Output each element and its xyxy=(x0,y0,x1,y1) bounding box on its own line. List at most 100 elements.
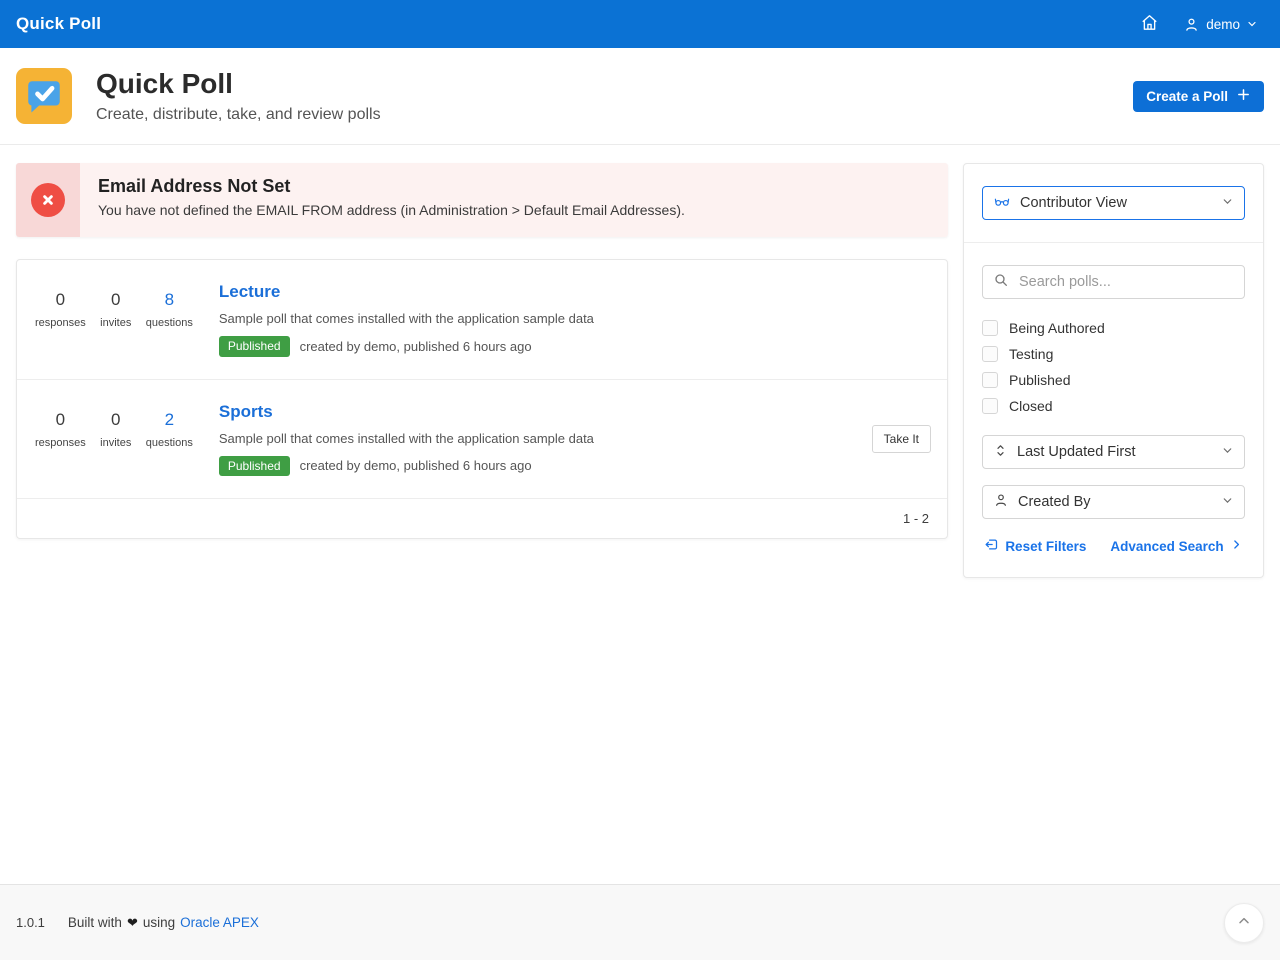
filter-label: Testing xyxy=(1009,346,1053,362)
status-badge: Published xyxy=(219,336,290,356)
responses-count: 0 xyxy=(35,290,86,310)
poll-row-sports: 0 responses 0 invites 2 questions xyxy=(17,380,947,499)
sort-select-value: Last Updated First xyxy=(1017,444,1212,460)
create-poll-label: Create a Poll xyxy=(1146,89,1228,104)
invites-label: invites xyxy=(94,437,138,449)
chevron-down-icon xyxy=(1221,444,1234,461)
filter-closed[interactable]: Closed xyxy=(982,393,1245,419)
filter-label: Being Authored xyxy=(1009,320,1105,336)
sort-select[interactable]: Last Updated First xyxy=(982,435,1245,469)
sort-arrows-icon xyxy=(993,443,1008,462)
take-it-button[interactable]: Take It xyxy=(872,425,931,453)
create-poll-button[interactable]: Create a Poll xyxy=(1133,81,1264,112)
user-menu-button[interactable]: demo xyxy=(1177,15,1264,34)
app-version: 1.0.1 xyxy=(16,915,45,930)
questions-label: questions xyxy=(146,437,193,449)
responses-label: responses xyxy=(35,317,86,329)
questions-count-link[interactable]: 2 xyxy=(146,410,193,430)
poll-action: Take It xyxy=(872,425,931,453)
responses-count: 0 xyxy=(35,410,86,430)
scroll-to-top-button[interactable] xyxy=(1224,903,1264,943)
stat-responses: 0 responses xyxy=(33,410,88,449)
poll-meta-row: Published created by demo, published 6 h… xyxy=(219,456,856,476)
person-icon xyxy=(993,492,1009,512)
status-filter-list: Being Authored Testing Published Closed xyxy=(982,315,1245,419)
page-subtitle: Create, distribute, take, and review pol… xyxy=(96,106,1133,124)
reset-icon xyxy=(984,537,999,555)
footer-credit: Built with ❤ using Oracle APEX xyxy=(68,915,259,931)
poll-meta: created by demo, published 6 hours ago xyxy=(300,339,532,354)
oracle-apex-link[interactable]: Oracle APEX xyxy=(180,915,259,930)
navbar-app-title: Quick Poll xyxy=(16,14,101,34)
view-select-value: Contributor View xyxy=(1020,195,1212,211)
stat-questions: 2 questions xyxy=(144,410,195,449)
chevron-down-icon xyxy=(1221,494,1234,511)
poll-meta: created by demo, published 6 hours ago xyxy=(300,458,532,473)
poll-description: Sample poll that comes installed with th… xyxy=(219,311,931,326)
created-by-value: Created By xyxy=(1018,494,1212,510)
checkbox-unchecked[interactable] xyxy=(982,346,998,362)
plus-icon xyxy=(1236,87,1251,105)
advanced-search-button[interactable]: Advanced Search xyxy=(1110,538,1242,554)
filter-label: Closed xyxy=(1009,398,1053,414)
search-input[interactable] xyxy=(1017,273,1234,291)
filters-section: Being Authored Testing Published Closed xyxy=(964,242,1263,577)
main-column: Email Address Not Set You have not defin… xyxy=(16,163,948,539)
chevron-up-icon xyxy=(1236,913,1252,932)
responses-label: responses xyxy=(35,437,86,449)
content: Email Address Not Set You have not defin… xyxy=(0,145,1280,884)
poll-main: Sports Sample poll that comes installed … xyxy=(219,402,856,476)
stat-invites: 0 invites xyxy=(92,410,140,449)
glasses-icon xyxy=(993,192,1011,214)
using-text: using xyxy=(143,915,175,930)
app-header: Quick Poll Create, distribute, take, and… xyxy=(0,48,1280,145)
alert-message: You have not defined the EMAIL FROM addr… xyxy=(98,202,930,218)
created-by-select[interactable]: Created By xyxy=(982,485,1245,519)
polls-list: 0 responses 0 invites 8 questions xyxy=(16,259,948,539)
poll-title-link[interactable]: Sports xyxy=(219,402,273,422)
user-name: demo xyxy=(1206,17,1240,32)
sidebar-links: Reset Filters Advanced Search xyxy=(982,537,1245,555)
navbar-actions: demo xyxy=(1136,9,1264,39)
heart-icon: ❤ xyxy=(127,915,138,931)
error-alert: Email Address Not Set You have not defin… xyxy=(16,163,948,237)
header-text: Quick Poll Create, distribute, take, and… xyxy=(96,68,1133,124)
chevron-down-icon xyxy=(1221,195,1234,212)
alert-title: Email Address Not Set xyxy=(98,176,930,197)
filter-label: Published xyxy=(1009,372,1071,388)
search-icon xyxy=(993,272,1009,293)
pagination: 1 - 2 xyxy=(17,499,947,538)
alert-strip xyxy=(16,163,80,237)
user-icon xyxy=(1183,16,1200,33)
stat-questions: 8 questions xyxy=(144,290,195,329)
page: Quick Poll demo xyxy=(0,0,1280,960)
checkbox-unchecked[interactable] xyxy=(982,320,998,336)
invites-label: invites xyxy=(94,317,138,329)
poll-row-lecture: 0 responses 0 invites 8 questions xyxy=(17,260,947,379)
error-icon xyxy=(31,183,65,217)
pagination-range: 1 - 2 xyxy=(903,511,929,526)
alert-body: Email Address Not Set You have not defin… xyxy=(80,163,948,237)
filter-being-authored[interactable]: Being Authored xyxy=(982,315,1245,341)
questions-label: questions xyxy=(146,317,193,329)
questions-count-link[interactable]: 8 xyxy=(146,290,193,310)
filters-sidebar: Contributor View Being Authore xyxy=(963,163,1264,578)
advanced-search-label: Advanced Search xyxy=(1110,539,1223,554)
stat-invites: 0 invites xyxy=(92,290,140,329)
reset-filters-button[interactable]: Reset Filters xyxy=(984,537,1086,555)
poll-meta-row: Published created by demo, published 6 h… xyxy=(219,336,931,356)
checkbox-unchecked[interactable] xyxy=(982,372,998,388)
home-icon xyxy=(1140,13,1159,35)
home-button[interactable] xyxy=(1136,9,1163,39)
chevron-down-icon xyxy=(1246,18,1258,30)
view-select[interactable]: Contributor View xyxy=(982,186,1245,220)
reset-filters-label: Reset Filters xyxy=(1005,539,1086,554)
invites-count: 0 xyxy=(94,290,138,310)
filter-published[interactable]: Published xyxy=(982,367,1245,393)
filter-testing[interactable]: Testing xyxy=(982,341,1245,367)
page-title: Quick Poll xyxy=(96,68,1133,100)
poll-title-link[interactable]: Lecture xyxy=(219,282,280,302)
search-box xyxy=(982,265,1245,299)
checkbox-unchecked[interactable] xyxy=(982,398,998,414)
poll-stats: 0 responses 0 invites 8 questions xyxy=(33,290,195,329)
